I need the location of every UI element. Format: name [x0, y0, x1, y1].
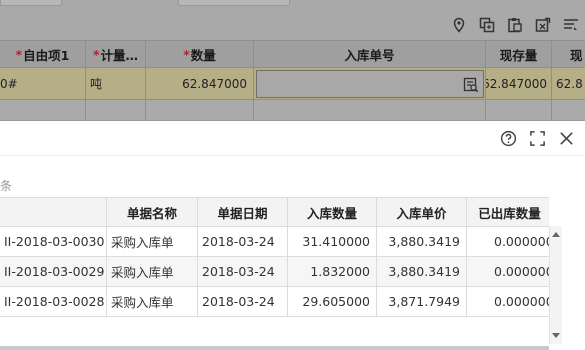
paste-icon[interactable]: [501, 15, 529, 35]
close-icon: [560, 131, 573, 145]
grid-header: * 自由项1 * 计量… * 数量 入库单号 现存量 现: [0, 40, 585, 68]
empty-cell: [86, 100, 146, 120]
cell-doc-no: II-2018-03-0030: [0, 227, 107, 257]
col-quantity[interactable]: * 数量: [146, 41, 254, 67]
record-count: 条: [0, 179, 13, 193]
col-stock-2[interactable]: 现: [552, 41, 585, 67]
cell-doc-name: 采购入库单: [107, 257, 198, 287]
cell-doc-name: 采购入库单: [107, 287, 198, 317]
col-in-price[interactable]: 入库单价: [377, 197, 467, 227]
grid-row-empty: [0, 100, 585, 121]
cell-doc-no: II-2018-03-0029: [0, 257, 107, 287]
cell-in-qty: 29.605000: [288, 287, 377, 317]
cell-in-price: 3,871.7949: [377, 287, 467, 317]
cell-stock-2[interactable]: 62.8: [552, 68, 585, 99]
cell-doc-date: 2018-03-24: [198, 227, 288, 257]
empty-cell: [486, 100, 552, 120]
reference-dialog: 条 单据名称 单据日期 入库数量 入库单价 已出库数量 II-2018-03-0…: [0, 121, 585, 350]
col-doc-no[interactable]: [0, 197, 107, 227]
receipt-no-input[interactable]: [256, 70, 484, 98]
col-receipt-no[interactable]: 入库单号: [254, 41, 486, 67]
reference-table: 单据名称 单据日期 入库数量 入库单价 已出库数量 II-2018-03-003…: [0, 197, 549, 347]
maximize-icon: [530, 130, 545, 146]
col-doc-name[interactable]: 单据名称: [107, 197, 198, 227]
col-doc-date[interactable]: 单据日期: [198, 197, 288, 227]
grid-row-selected[interactable]: 0# 吨 62.847000 62.847000 62.8: [0, 68, 585, 100]
col-unit[interactable]: * 计量…: [86, 41, 146, 67]
cell-in-qty: 1.832000: [288, 257, 377, 287]
col-out-qty[interactable]: 已出库数量: [467, 197, 549, 227]
cell-unit[interactable]: 吨: [86, 68, 146, 99]
cell-stock[interactable]: 62.847000: [486, 68, 552, 99]
cell-out-qty: 0.000000: [467, 227, 549, 257]
top-field-2[interactable]: [178, 0, 290, 6]
table-vertical-scrollbar[interactable]: [549, 226, 562, 344]
table-horizontal-scrollbar[interactable]: [0, 346, 549, 350]
col-in-qty[interactable]: 入库数量: [288, 197, 377, 227]
top-field-1[interactable]: [0, 0, 62, 6]
top-toolbar: [0, 0, 585, 40]
cell-doc-date: 2018-03-24: [198, 257, 288, 287]
scroll-down-icon[interactable]: [552, 333, 560, 338]
cell-doc-date: 2018-03-24: [198, 287, 288, 317]
help-icon: [500, 130, 517, 146]
cell-free-item[interactable]: 0#: [0, 68, 86, 99]
close-button[interactable]: [552, 127, 581, 149]
clear-icon[interactable]: [529, 15, 557, 35]
location-icon[interactable]: [445, 15, 473, 35]
cell-doc-name: 采购入库单: [107, 227, 198, 257]
cell-out-qty: 0.000000: [467, 287, 549, 317]
cell-in-price: 3,880.3419: [377, 227, 467, 257]
col-free-item[interactable]: * 自由项1: [0, 41, 86, 67]
copy-icon[interactable]: [473, 15, 501, 35]
help-button[interactable]: [494, 127, 523, 149]
maximize-button[interactable]: [523, 127, 552, 149]
cell-out-qty: 0.000000: [467, 257, 549, 287]
empty-cell: [254, 100, 486, 120]
scroll-up-icon[interactable]: [552, 232, 560, 237]
cell-doc-no: II-2018-03-0028: [0, 287, 107, 317]
col-stock[interactable]: 现存量: [486, 41, 552, 67]
filter-settings-icon[interactable]: [557, 15, 585, 35]
empty-cell: [146, 100, 254, 120]
reference-picker-icon[interactable]: [463, 77, 479, 93]
cell-in-price: 3,880.3419: [377, 257, 467, 287]
empty-cell: [0, 100, 86, 120]
dialog-divider: [0, 155, 585, 156]
cell-in-qty: 31.410000: [288, 227, 377, 257]
cell-quantity[interactable]: 62.847000: [146, 68, 254, 99]
